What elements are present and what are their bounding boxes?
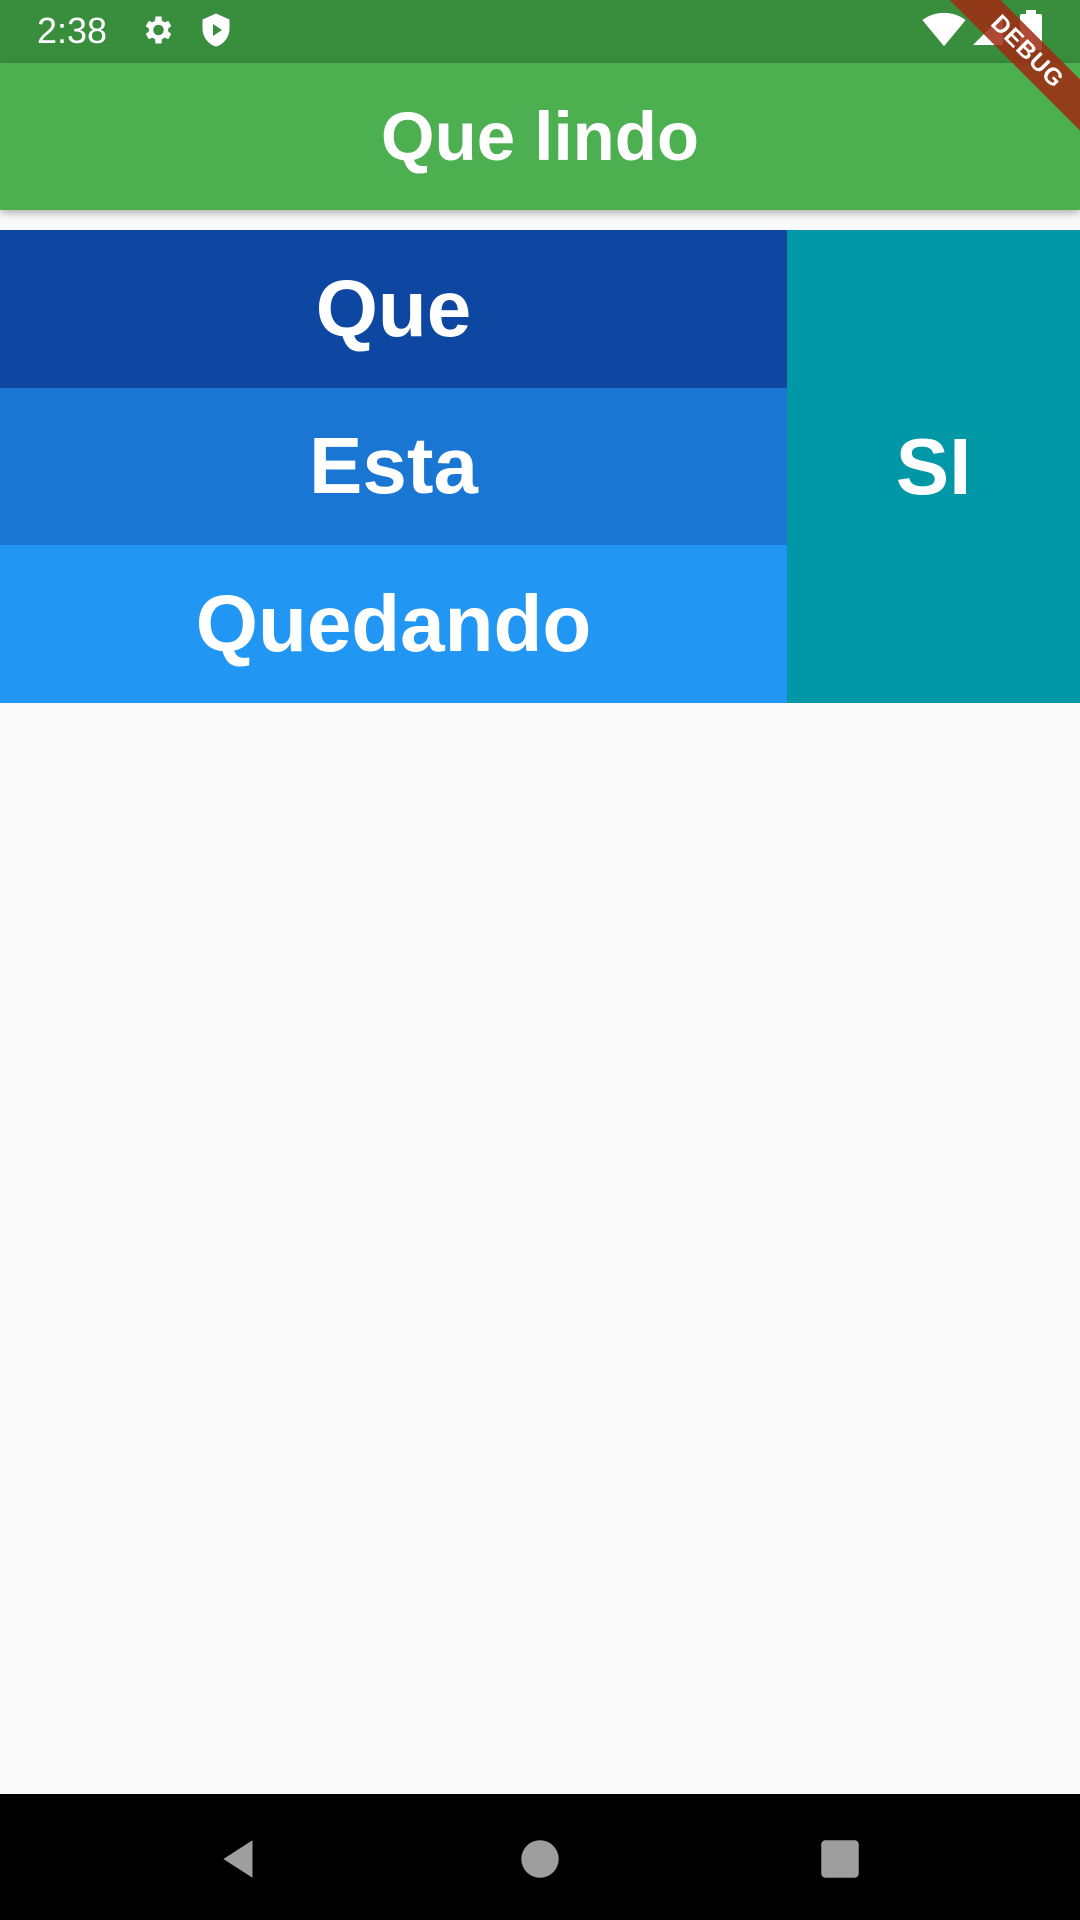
- cell-label: Esta: [309, 421, 478, 511]
- status-bar: 2:38: [0, 0, 1080, 63]
- cell-label: Quedando: [195, 579, 592, 669]
- cell-esta: Esta: [0, 387, 787, 546]
- shield-play-icon: [198, 12, 234, 48]
- recents-icon[interactable]: [815, 1834, 875, 1884]
- battery-icon: [1020, 10, 1042, 50]
- cell-label: Que: [315, 263, 472, 353]
- wifi-icon: [922, 12, 966, 48]
- status-time: 2:38: [37, 10, 108, 51]
- cell-que: Que: [0, 230, 787, 388]
- app-bar: Que lindo: [0, 63, 1080, 210]
- settings-icon: [139, 12, 175, 48]
- left-column: Que Esta Quedando: [0, 230, 787, 703]
- home-icon[interactable]: [515, 1834, 575, 1884]
- navigation-bar: [0, 1794, 1080, 1920]
- signal-icon: [970, 12, 1006, 48]
- back-icon[interactable]: [215, 1834, 275, 1884]
- right-column-si: SI: [787, 230, 1080, 703]
- cell-quedando: Quedando: [0, 545, 787, 703]
- cell-label: SI: [895, 421, 972, 511]
- content-grid: Que Esta Quedando SI: [0, 230, 1080, 703]
- app-title: Que lindo: [380, 98, 700, 175]
